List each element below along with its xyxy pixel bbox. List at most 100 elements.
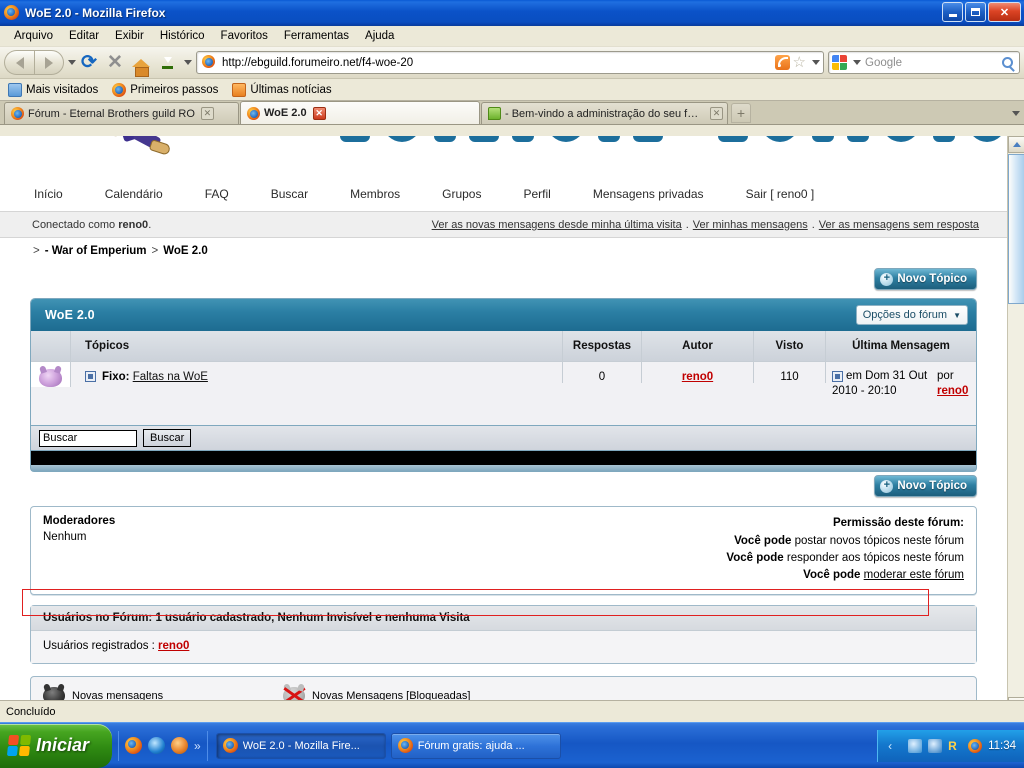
bookmarks-bar: Mais visitados Primeiros passos Últimas … — [0, 79, 1024, 101]
col-icon — [31, 331, 71, 361]
bookmark-primeiros-passos[interactable]: Primeiros passos — [112, 82, 218, 97]
new-topic-button-bottom[interactable]: + Novo Tópico — [874, 475, 977, 497]
tab-forum-eternal-brothers[interactable]: Fórum - Eternal Brothers guild RO ✕ — [4, 102, 239, 124]
permission-strong: Você pode — [734, 535, 792, 547]
minimize-button[interactable] — [942, 2, 963, 22]
back-button[interactable] — [4, 50, 34, 75]
network-icon[interactable] — [908, 738, 923, 753]
tray-show-hide-icon[interactable]: ‹ — [888, 739, 902, 753]
menu-ajuda[interactable]: Ajuda — [357, 28, 402, 44]
volume-icon[interactable] — [928, 738, 943, 753]
tab-admin-forum[interactable]: - Bem-vindo a administração do seu fór..… — [481, 102, 728, 124]
nav-perfil[interactable]: Perfil — [523, 187, 550, 201]
menu-favoritos[interactable]: Favoritos — [213, 28, 276, 44]
bookmark-ultimas-noticias[interactable]: Últimas notícias — [232, 82, 332, 97]
menu-arquivo[interactable]: Arquivo — [6, 28, 61, 44]
forum-search-input[interactable]: Buscar — [39, 429, 137, 447]
nav-inicio[interactable]: Início — [34, 187, 63, 201]
browser-window: WoE 2.0 - Mozilla Firefox ✕ Arquivo Edit… — [0, 0, 1024, 768]
plus-icon: + — [880, 479, 894, 493]
keyboard-layout-icon[interactable]: R — [948, 739, 962, 753]
home-button[interactable] — [128, 50, 154, 77]
tab-woe-20[interactable]: WoE 2.0 ✕ — [240, 101, 480, 124]
tab-close-icon[interactable]: ✕ — [710, 107, 723, 120]
task-buttons: WoE 2.0 - Mozilla Fire... Fórum gratis: … — [208, 732, 561, 759]
start-button[interactable]: Iniciar — [0, 723, 112, 768]
forum-options-dropdown[interactable]: Opções do fórum ▼ — [855, 305, 968, 325]
firefox-icon[interactable] — [125, 737, 142, 754]
nav-buscar[interactable]: Buscar — [271, 187, 308, 201]
breadcrumb-current[interactable]: WoE 2.0 — [163, 245, 208, 257]
table-column-headers: Tópicos Respostas Autor Visto Última Men… — [31, 331, 976, 361]
link-sem-resposta[interactable]: Ver as mensagens sem resposta — [819, 219, 979, 231]
bookmark-star-icon[interactable]: ☆ — [793, 55, 806, 70]
firefox-tray-icon[interactable] — [968, 738, 983, 753]
menu-exibir[interactable]: Exibir — [107, 28, 152, 44]
bookmark-mais-visitados[interactable]: Mais visitados — [8, 82, 99, 97]
taskbar-button-firefox-forum[interactable]: Fórum gratis: ajuda ... — [390, 732, 561, 759]
stop-button[interactable]: ✕ — [102, 50, 128, 76]
bookmark-label: Últimas notícias — [250, 83, 332, 96]
scrollbar-thumb[interactable] — [1008, 154, 1024, 304]
taskbar-button-label: WoE 2.0 - Mozilla Fire... — [242, 739, 360, 752]
nav-calendario[interactable]: Calendário — [105, 187, 163, 201]
address-bar[interactable]: http://ebguild.forumeiro.net/f4-woe-20 ☆ — [196, 51, 824, 74]
search-input[interactable]: Google — [861, 57, 1002, 69]
menu-historico[interactable]: Histórico — [152, 28, 213, 44]
scroll-up-button[interactable] — [1008, 136, 1024, 153]
col-topicos: Tópicos — [71, 331, 563, 361]
quick-links: Ver as novas mensagens desde minha últim… — [432, 219, 979, 231]
search-engine-dropdown-icon[interactable] — [853, 60, 861, 65]
link-minhas-mensagens[interactable]: Ver minhas mensagens — [693, 219, 808, 231]
tab-close-icon[interactable]: ✕ — [312, 106, 326, 120]
tab-list-dropdown-icon[interactable] — [1006, 104, 1022, 122]
menu-ferramentas[interactable]: Ferramentas — [276, 28, 357, 44]
new-topic-button-top[interactable]: + Novo Tópico — [874, 268, 977, 290]
taskbar-clock[interactable]: 11:34 — [988, 740, 1016, 752]
chevron-up-icon — [1012, 142, 1021, 147]
permission-strong: Você pode — [803, 569, 861, 581]
url-dropdown-icon[interactable] — [812, 60, 820, 65]
url-text[interactable]: http://ebguild.forumeiro.net/f4-woe-20 — [222, 57, 775, 69]
bookmark-label: Mais visitados — [26, 83, 99, 96]
nav-mensagens-privadas[interactable]: Mensagens privadas — [593, 187, 704, 201]
media-player-icon[interactable] — [171, 737, 188, 754]
toolbar-top: + Novo Tópico — [0, 264, 1007, 298]
menu-editar[interactable]: Editar — [61, 28, 107, 44]
windows-flag-icon — [6, 735, 32, 756]
taskbar-button-firefox-woe[interactable]: WoE 2.0 - Mozilla Fire... — [215, 732, 386, 759]
nav-grupos[interactable]: Grupos — [442, 187, 481, 201]
tab-close-icon[interactable]: ✕ — [200, 107, 214, 120]
breadcrumb-parent[interactable]: - War of Emperium — [45, 245, 147, 257]
forward-button[interactable] — [34, 50, 64, 75]
moderators-heading: Moderadores — [43, 515, 116, 527]
toolbar-overflow-icon[interactable] — [184, 60, 192, 65]
quick-launch-bar: » — [118, 730, 208, 761]
nav-sair[interactable]: Sair [ reno0 ] — [746, 187, 815, 201]
last-message-cell: em Dom 31 Out 2010 - 20:10 por reno0 — [826, 362, 976, 399]
link-novas-mensagens[interactable]: Ver as novas mensagens desde minha últim… — [432, 219, 682, 231]
close-button[interactable]: ✕ — [988, 2, 1021, 22]
author-link[interactable]: reno0 — [682, 371, 713, 383]
new-tab-button[interactable]: + — [731, 103, 751, 123]
forum-nav: Início Calendário FAQ Buscar Membros Gru… — [0, 176, 1007, 212]
nav-membros[interactable]: Membros — [350, 187, 400, 201]
internet-explorer-icon[interactable] — [148, 737, 165, 754]
quicklaunch-overflow-icon[interactable]: » — [194, 739, 201, 753]
downloads-button[interactable] — [154, 50, 180, 76]
last-post-icon[interactable] — [832, 371, 843, 382]
search-icon[interactable] — [1002, 57, 1013, 68]
topic-title-link[interactable]: Faltas na WoE — [133, 371, 208, 383]
permission-link[interactable]: moderar este fórum — [864, 569, 964, 581]
page-scrollbar-vertical[interactable] — [1007, 136, 1024, 714]
last-poster-link[interactable]: reno0 — [937, 385, 968, 397]
registered-user-link[interactable]: reno0 — [158, 640, 189, 652]
reload-button[interactable]: ⟳ — [76, 50, 102, 76]
history-dropdown-icon[interactable] — [68, 60, 76, 65]
search-bar[interactable]: Google — [828, 51, 1020, 74]
sticky-label: Fixo: — [102, 371, 130, 383]
maximize-button[interactable] — [965, 2, 986, 22]
rss-feed-icon[interactable] — [774, 55, 790, 70]
forum-search-button[interactable]: Buscar — [143, 429, 192, 447]
nav-faq[interactable]: FAQ — [205, 187, 229, 201]
